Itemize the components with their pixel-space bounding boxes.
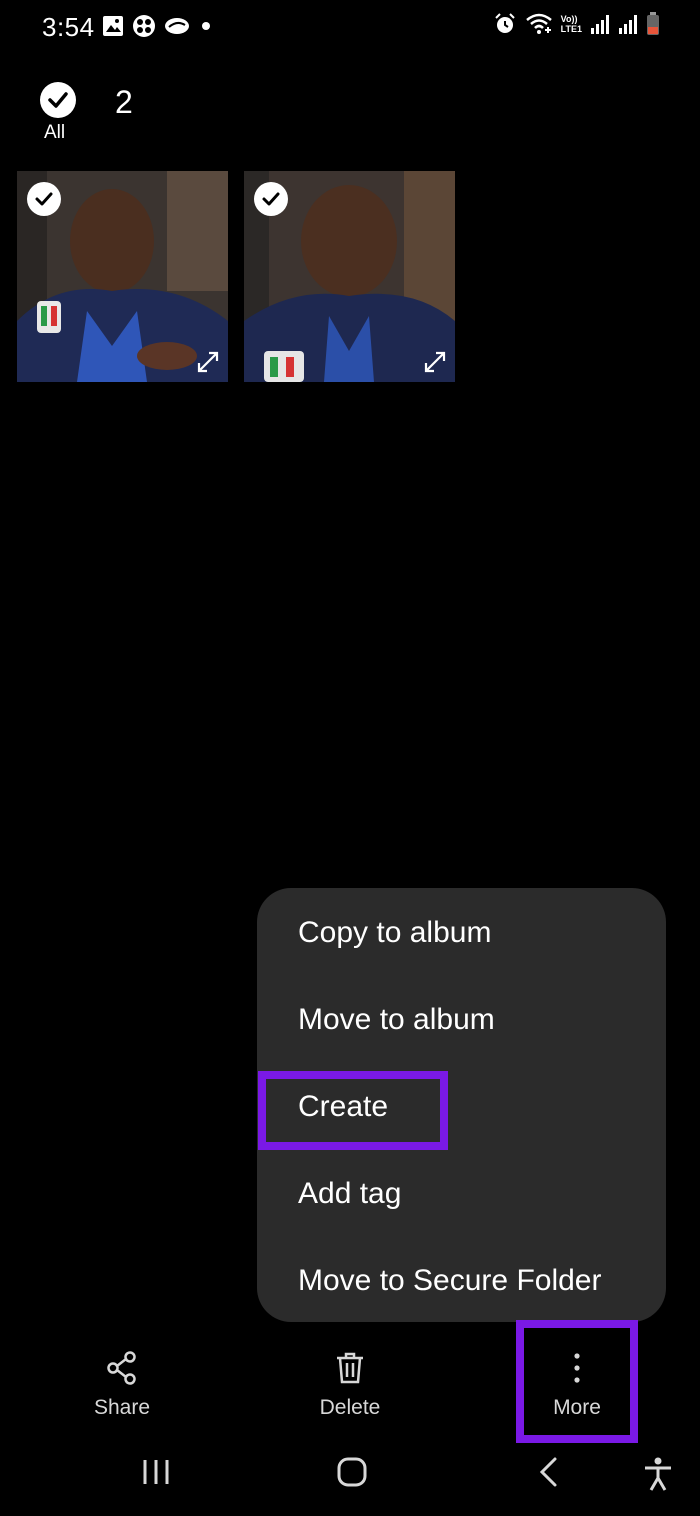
media-thumbnail[interactable] [244, 171, 455, 382]
app-notification-icon [133, 15, 155, 37]
media-thumbnail[interactable] [17, 171, 228, 382]
signal-icon [591, 15, 609, 34]
home-icon[interactable] [336, 1456, 368, 1488]
delete-label: Delete [319, 1396, 381, 1419]
select-all-check-circle[interactable] [40, 82, 76, 118]
dot-icon [202, 22, 210, 30]
recent-apps-icon[interactable] [140, 1456, 172, 1488]
share-label: Share [93, 1396, 151, 1419]
checkmark-icon [35, 192, 53, 206]
menu-item-move-to-album[interactable]: Move to album [298, 1003, 495, 1037]
volte-lte-icon: Vo)) LTE1 [561, 14, 582, 34]
checkmark-icon [262, 192, 280, 206]
status-right-icons: Vo)) LTE1 [493, 12, 660, 36]
cloud-notification-icon [165, 18, 189, 34]
selected-check-circle[interactable] [254, 182, 288, 216]
more-button[interactable]: More [517, 1348, 637, 1420]
selected-check-circle[interactable] [27, 182, 61, 216]
accessibility-icon[interactable] [643, 1456, 673, 1492]
expand-icon[interactable] [423, 350, 447, 374]
share-icon [107, 1351, 136, 1385]
checkmark-icon [48, 92, 68, 108]
more-label: More [553, 1396, 601, 1419]
selected-count: 2 [115, 84, 133, 120]
menu-item-move-to-secure-folder[interactable]: Move to Secure Folder [298, 1264, 601, 1298]
create-highlight-box [258, 1071, 448, 1150]
select-all-checkbox[interactable] [40, 82, 76, 118]
menu-item-add-tag[interactable]: Add tag [298, 1177, 401, 1211]
status-left-icons [102, 14, 214, 38]
menu-item-copy-to-album[interactable]: Copy to album [298, 916, 491, 950]
signal-icon [619, 15, 637, 34]
alarm-icon [494, 13, 515, 33]
lte-text: LTE1 [560, 24, 582, 34]
back-icon[interactable] [535, 1456, 563, 1488]
expand-icon[interactable] [196, 350, 220, 374]
select-all-label[interactable]: All [44, 122, 65, 144]
status-bar: 3:54 Vo)) LTE1 [0, 0, 700, 56]
share-button[interactable]: Share [62, 1348, 182, 1420]
wifi-calling-icon [525, 13, 552, 34]
trash-icon [337, 1352, 363, 1384]
delete-button[interactable]: Delete [290, 1348, 410, 1420]
battery-low-icon [647, 12, 659, 35]
volte-text: Vo)) [560, 14, 578, 24]
status-time: 3:54 [42, 12, 95, 42]
more-vertical-icon [574, 1353, 580, 1383]
gallery-notification-icon [103, 16, 123, 36]
